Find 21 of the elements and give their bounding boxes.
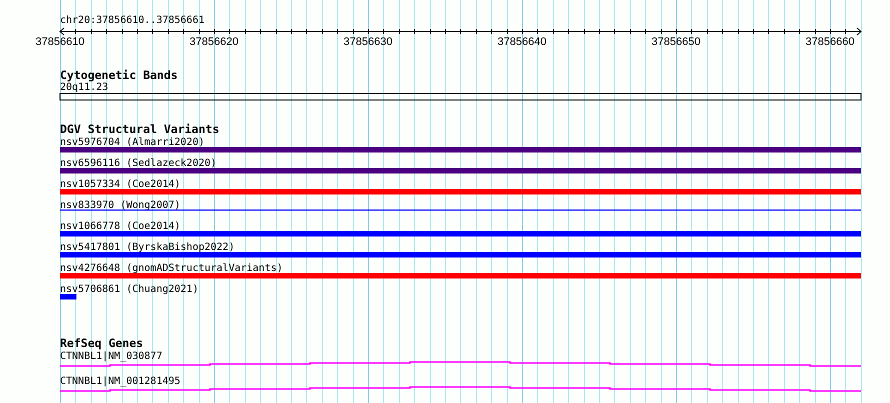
variant-label: nsv4276648 (gnomADStructuralVariants): [60, 263, 283, 274]
gene-label: CTNNBL1|NM_001281495: [60, 376, 180, 387]
band-label: 20q11.23: [60, 82, 108, 93]
tick-label: 37856620: [190, 36, 238, 48]
tick-label: 37856650: [652, 36, 700, 48]
gene-label: CTNNBL1|NM_030877: [60, 351, 162, 362]
variant-label: nsv1057334 (Coe2014): [60, 179, 180, 190]
tick-label: 37856610: [36, 36, 84, 48]
track-title: DGV Structural Variants: [60, 122, 220, 136]
variant-label: nsv1066778 (Coe2014): [60, 221, 180, 232]
ruler-location-label: chr20:37856610..37856661: [60, 15, 204, 26]
track-title: Cytogenetic Bands: [60, 68, 178, 82]
variant-label: nsv5417801 (ByrskaBishop2022): [60, 242, 235, 253]
variant-label: nsv6596116 (Sedlazeck2020): [60, 158, 217, 169]
tick-label: 37856630: [344, 36, 392, 48]
tick-label: 37856640: [498, 36, 546, 48]
tick-label: 37856660: [806, 36, 854, 48]
track-title: RefSeq Genes: [60, 336, 144, 350]
variant-label: nsv833970 (Wong2007): [60, 200, 180, 211]
variant-label: nsv5976704 (Almarri2020): [60, 137, 204, 148]
variant-label: nsv5706861 (Chuang2021): [60, 284, 198, 295]
